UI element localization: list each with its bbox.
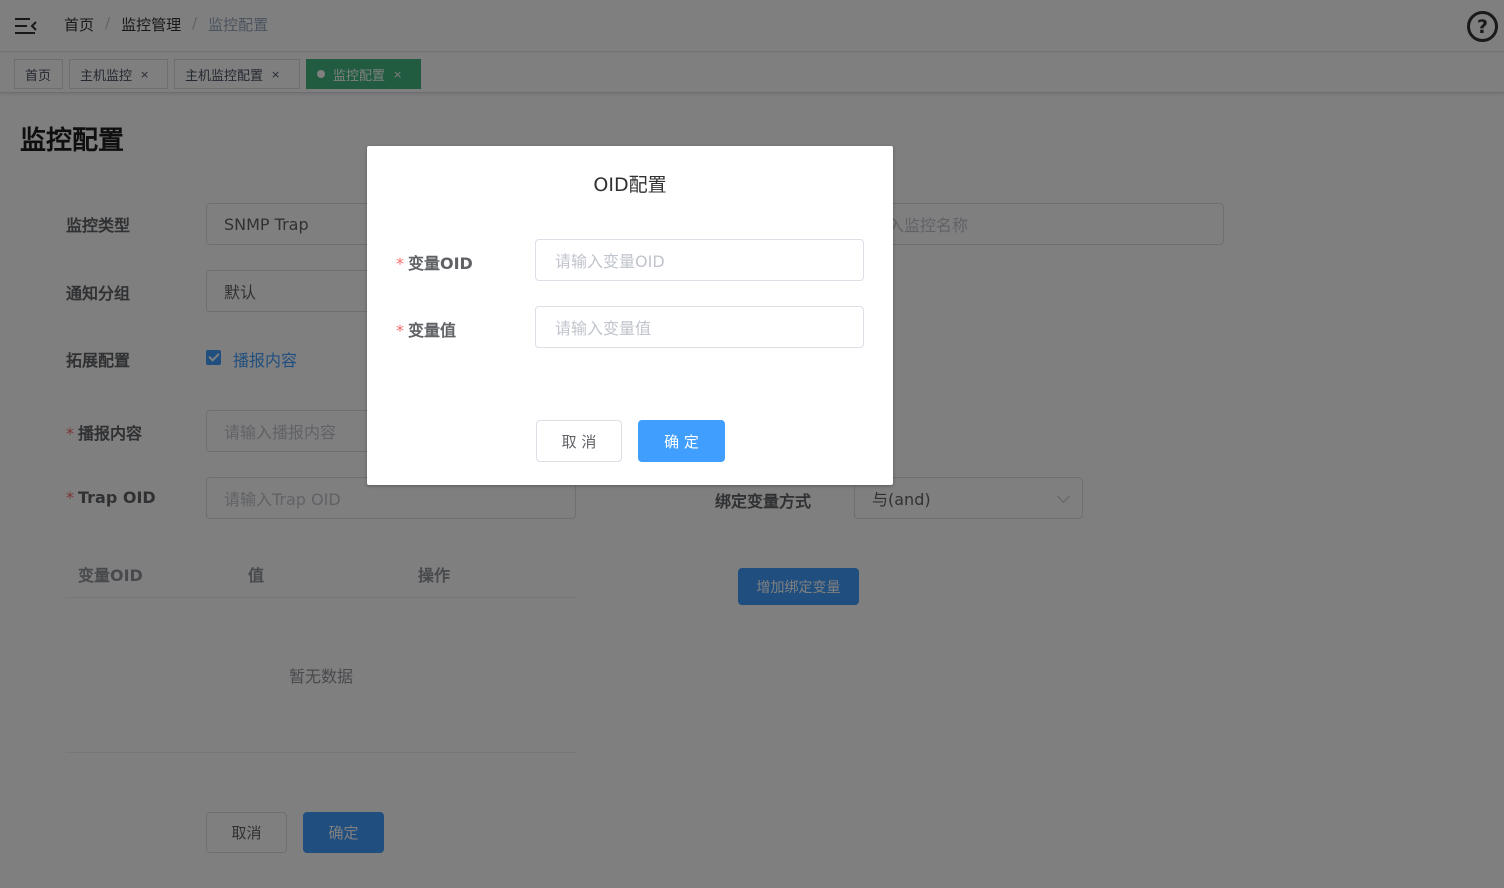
variable-value-placeholder: 请输入变量值 xyxy=(555,319,652,338)
dialog-cancel-button[interactable]: 取 消 xyxy=(536,420,622,462)
dialog-confirm-button[interactable]: 确 定 xyxy=(638,420,725,462)
oid-config-dialog: OID配置 * 变量OID 请输入变量OID * 变量值 请输入变量值 取 消 确 … xyxy=(367,146,893,485)
required-asterisk: * xyxy=(396,254,404,273)
required-asterisk: * xyxy=(396,321,404,340)
variable-value-input[interactable]: 请输入变量值 xyxy=(535,306,864,348)
variable-oid-placeholder: 请输入变量OID xyxy=(555,252,665,271)
variable-oid-label: * 变量OID xyxy=(396,250,473,274)
variable-oid-label-text: 变量OID xyxy=(408,254,473,273)
variable-oid-input[interactable]: 请输入变量OID xyxy=(535,239,864,281)
dialog-title: OID配置 xyxy=(593,174,667,196)
variable-value-label: * 变量值 xyxy=(396,317,456,341)
variable-value-label-text: 变量值 xyxy=(408,321,457,340)
